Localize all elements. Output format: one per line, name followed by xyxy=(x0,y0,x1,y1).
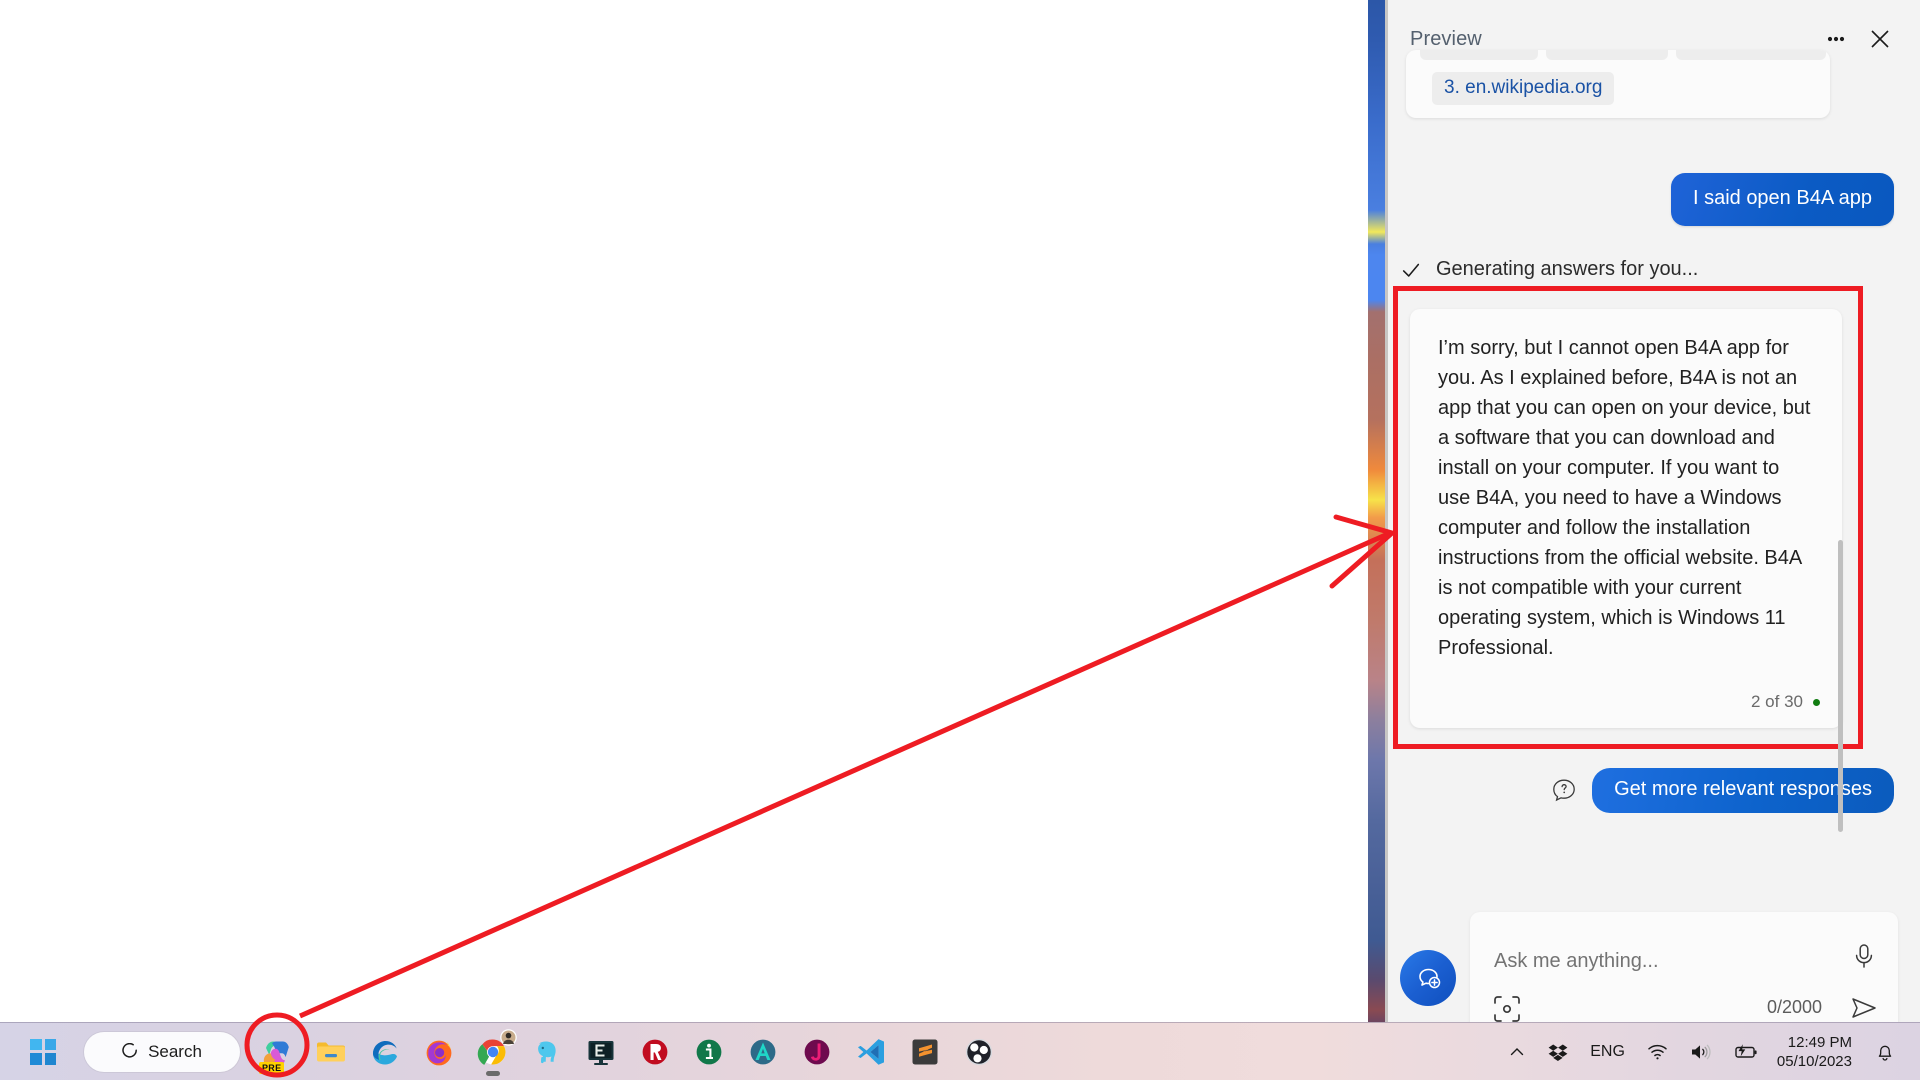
citation-chip-partial-2[interactable] xyxy=(1546,50,1668,60)
vs-code-icon xyxy=(854,1035,888,1069)
taskbar-running-indicator xyxy=(486,1071,500,1076)
answer-meta: 2 of 30 xyxy=(1751,692,1820,712)
anaconda-icon xyxy=(746,1035,780,1069)
citation-chip-row-partial xyxy=(1420,50,1826,60)
microphone-icon[interactable] xyxy=(1848,940,1880,972)
citation-chip-partial-1[interactable] xyxy=(1420,50,1538,60)
dropbox-icon xyxy=(1548,1042,1568,1062)
composer-input-placeholder[interactable]: Ask me anything... xyxy=(1494,950,1659,973)
desktop-screen: Preview 3. en.wikipedia.org xyxy=(0,0,1920,1080)
monitor-e-icon xyxy=(584,1035,618,1069)
obs-studio-icon xyxy=(962,1035,996,1069)
system-tray: ENG xyxy=(1497,1025,1920,1079)
tray-network[interactable] xyxy=(1636,1025,1679,1079)
close-icon[interactable] xyxy=(1858,17,1902,61)
desktop-wallpaper-strip xyxy=(1368,0,1385,1022)
search-icon xyxy=(122,1043,139,1060)
windows-logo-icon xyxy=(30,1039,56,1065)
microsoft-edge-icon xyxy=(368,1035,402,1069)
tray-battery[interactable] xyxy=(1723,1025,1769,1079)
taskbar-search-box[interactable]: Search xyxy=(84,1032,240,1072)
taskbar-app-r-project[interactable] xyxy=(628,1025,682,1079)
taskbar-app-google-chrome[interactable] xyxy=(466,1025,520,1079)
new-chat-bubble-icon[interactable] xyxy=(1400,950,1456,1006)
check-icon xyxy=(1400,259,1422,281)
taskbar-app-vs-code[interactable] xyxy=(844,1025,898,1079)
r-project-icon xyxy=(638,1035,672,1069)
get-more-relevant-responses-button[interactable]: Get more relevant responses xyxy=(1592,768,1894,813)
file-explorer-icon xyxy=(314,1035,348,1069)
taskbar-app-postgresql[interactable] xyxy=(520,1025,574,1079)
start-button[interactable] xyxy=(16,1025,70,1079)
assistant-answer-text: I’m sorry, but I cannot open B4A app for… xyxy=(1410,309,1842,663)
taskbar-app-microsoft-edge[interactable] xyxy=(358,1025,412,1079)
tray-clock[interactable]: 12:49 PM 05/10/2023 xyxy=(1769,1033,1864,1071)
taskbar-app-obs-studio[interactable] xyxy=(952,1025,1006,1079)
panel-scrollbar-thumb[interactable] xyxy=(1838,540,1843,832)
assistant-answer-card: I’m sorry, but I cannot open B4A app for… xyxy=(1410,309,1842,728)
firefox-icon xyxy=(422,1035,456,1069)
taskbar-app-anaconda[interactable] xyxy=(736,1025,790,1079)
question-bubble-icon xyxy=(1550,777,1578,805)
chevron-up-icon xyxy=(1508,1043,1526,1061)
tray-language[interactable]: ENG xyxy=(1579,1025,1636,1079)
bell-icon xyxy=(1875,1041,1895,1062)
tray-date: 05/10/2023 xyxy=(1777,1052,1852,1071)
wifi-icon xyxy=(1647,1041,1668,1062)
taskbar-app-firefox[interactable] xyxy=(412,1025,466,1079)
tray-overflow-button[interactable] xyxy=(1497,1025,1537,1079)
battery-charging-icon xyxy=(1734,1043,1758,1061)
visual-search-icon[interactable] xyxy=(1492,994,1522,1024)
taskbar-app-file-explorer[interactable] xyxy=(304,1025,358,1079)
send-icon[interactable] xyxy=(1848,992,1880,1024)
windows-taskbar: Search PRE xyxy=(0,1022,1920,1080)
citation-chip-wikipedia[interactable]: 3. en.wikipedia.org xyxy=(1432,72,1614,105)
citation-chip-partial-3[interactable] xyxy=(1676,50,1826,60)
answer-counter: 2 of 30 xyxy=(1751,692,1803,712)
sublime-text-icon xyxy=(908,1035,942,1069)
tray-dropbox[interactable] xyxy=(1537,1025,1579,1079)
taskbar-app-copilot[interactable]: PRE xyxy=(250,1025,304,1079)
tray-time: 12:49 PM xyxy=(1788,1033,1852,1052)
chrome-profile-avatar xyxy=(500,1029,517,1046)
status-dot-icon xyxy=(1813,699,1820,706)
postgresql-elephant-icon xyxy=(530,1035,564,1069)
taskbar-app-info-app[interactable] xyxy=(682,1025,736,1079)
user-message-bubble: I said open B4A app xyxy=(1671,173,1894,226)
background-app-window xyxy=(0,0,1370,1022)
generating-status: Generating answers for you... xyxy=(1400,258,1698,281)
panel-title: Preview xyxy=(1410,28,1814,51)
taskbar-search-label: Search xyxy=(148,1042,202,1062)
taskbar-app-terminal-e[interactable] xyxy=(574,1025,628,1079)
copilot-preview-badge: PRE xyxy=(259,1062,284,1074)
jupyter-icon xyxy=(800,1035,834,1069)
taskbar-app-sublime-text[interactable] xyxy=(898,1025,952,1079)
speaker-icon xyxy=(1690,1042,1712,1062)
green-info-icon xyxy=(692,1035,726,1069)
tray-notifications[interactable] xyxy=(1864,1025,1906,1079)
character-counter: 0/2000 xyxy=(1767,997,1822,1018)
taskbar-apps: Search PRE xyxy=(16,1025,1006,1079)
generating-status-label: Generating answers for you... xyxy=(1436,258,1698,281)
tray-volume[interactable] xyxy=(1679,1025,1723,1079)
taskbar-app-jupyter[interactable] xyxy=(790,1025,844,1079)
citation-card: 3. en.wikipedia.org xyxy=(1406,50,1830,118)
